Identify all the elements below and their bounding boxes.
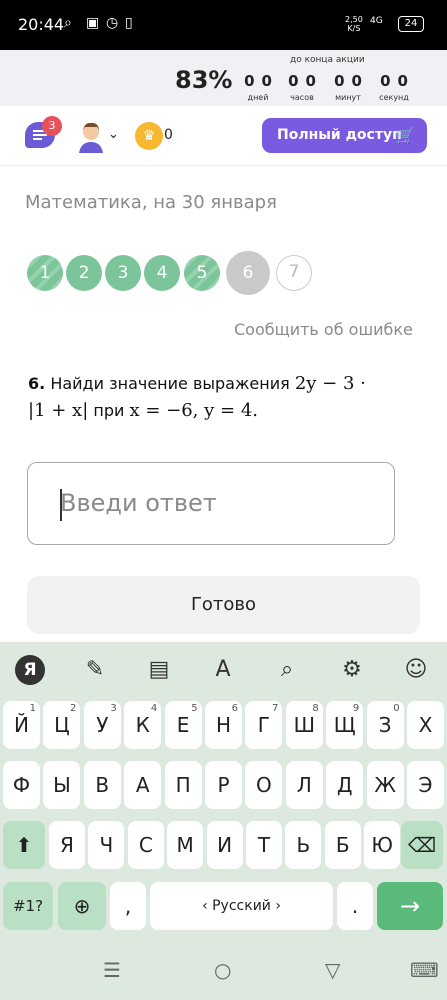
key-3[interactable]: У3 xyxy=(83,701,121,749)
key-row2-10[interactable]: Ж xyxy=(366,761,404,809)
key-8[interactable]: Ш8 xyxy=(285,701,323,749)
promo-percent: 83% xyxy=(175,66,233,94)
comma-key[interactable]: , xyxy=(110,882,146,930)
key-row3-5[interactable]: И xyxy=(206,821,243,869)
key-row2-11[interactable]: Э xyxy=(407,761,444,809)
key-row3-4[interactable]: М xyxy=(167,821,204,869)
countdown-seconds: 00 секунд xyxy=(379,72,415,102)
report-error-link[interactable]: Сообщить об ошибке xyxy=(234,320,413,339)
network-type: 4G xyxy=(370,16,383,26)
step-4[interactable]: 4 xyxy=(144,255,180,291)
key-hint-number: 0 xyxy=(393,703,400,714)
countdown-minutes: 00 минут xyxy=(334,72,369,102)
step-3[interactable]: 3 xyxy=(105,255,141,291)
enter-key[interactable]: → xyxy=(377,882,443,930)
countdown-hours: 00 часов xyxy=(288,72,323,102)
key-row2-4[interactable]: А xyxy=(124,761,162,809)
key-hint-number: 2 xyxy=(70,703,77,714)
translate-icon[interactable]: A xyxy=(208,655,238,685)
avatar[interactable] xyxy=(77,120,105,153)
done-button[interactable]: Готово xyxy=(27,576,420,634)
cart-icon: 🛒 xyxy=(395,126,415,145)
key-row3-7[interactable]: Ь xyxy=(285,821,322,869)
promo-caption: до конца акции xyxy=(290,55,365,65)
step-7[interactable]: 7 xyxy=(276,255,312,291)
keyboard-icon[interactable]: ⌨ xyxy=(410,958,439,982)
timer-icon: ◷ xyxy=(106,15,119,31)
key-2[interactable]: Ц2 xyxy=(43,701,81,749)
chat-badge: 3 xyxy=(42,116,62,136)
key-row2-3[interactable]: В xyxy=(83,761,121,809)
key-row3-9[interactable]: Ю xyxy=(364,821,401,869)
key-9[interactable]: Щ9 xyxy=(326,701,364,749)
key-row2-5[interactable]: П xyxy=(164,761,202,809)
phone-icon: ▯ xyxy=(125,15,133,31)
search-icon: ⌕ xyxy=(64,15,72,31)
key-4[interactable]: К4 xyxy=(124,701,162,749)
key-11[interactable]: Х xyxy=(407,701,444,749)
key-1[interactable]: Й1 xyxy=(3,701,40,749)
step-2[interactable]: 2 xyxy=(66,255,102,291)
key-hint-number: 1 xyxy=(29,703,36,714)
status-bar: 20:44 ⌕ ▣ ◷ ▯ 2,50 K/S 4G 24 xyxy=(0,0,447,50)
space-key[interactable]: ‹ Русский › xyxy=(150,882,333,930)
crown-coin-icon: ♛ xyxy=(135,122,163,150)
coin-count: 0 xyxy=(164,127,173,143)
key-row3-8[interactable]: Б xyxy=(324,821,361,869)
key-row2-8[interactable]: Л xyxy=(285,761,323,809)
key-row3-6[interactable]: Т xyxy=(246,821,282,869)
emoji-icon[interactable]: ☺ xyxy=(401,655,431,685)
full-access-button[interactable]: Полный доступ 🛒 xyxy=(262,118,427,153)
key-row3-3[interactable]: С xyxy=(127,821,164,869)
key-hint-number: 4 xyxy=(150,703,158,714)
magic-wand-icon[interactable]: ✎ xyxy=(80,655,110,685)
back-icon[interactable]: ▽ xyxy=(325,958,340,982)
battery-icon: 24 xyxy=(398,16,424,32)
search-icon[interactable]: ⌕ xyxy=(272,655,302,685)
key-row3-2[interactable]: Ч xyxy=(88,821,125,869)
answer-field[interactable] xyxy=(27,462,395,545)
status-time: 20:44 xyxy=(18,15,65,34)
key-hint-number: 8 xyxy=(312,703,319,714)
settings-icon[interactable]: ⚙ xyxy=(337,655,367,685)
chevron-down-icon[interactable]: ⌄ xyxy=(108,127,119,142)
globe-icon[interactable]: ⊕ xyxy=(58,882,106,930)
key-hint-number: 5 xyxy=(191,703,198,714)
menu-icon[interactable]: ☰ xyxy=(103,958,121,982)
key-10[interactable]: З0 xyxy=(366,701,404,749)
question-text: 6. Найди значение выражения 2y − 3 · |1 … xyxy=(28,373,366,421)
key-5[interactable]: Е5 xyxy=(164,701,202,749)
home-icon[interactable]: ○ xyxy=(214,958,231,982)
yandex-icon[interactable]: Я xyxy=(15,655,45,685)
network-speed: 2,50 K/S xyxy=(345,15,363,33)
key-row2-1[interactable]: Ф xyxy=(3,761,40,809)
period-key[interactable]: . xyxy=(337,882,373,930)
key-row2-9[interactable]: Д xyxy=(326,761,364,809)
key-row2-6[interactable]: Р xyxy=(205,761,242,809)
shift-key[interactable]: ⬆ xyxy=(3,821,45,869)
key-7[interactable]: Г7 xyxy=(245,701,283,749)
step-1[interactable]: 1 xyxy=(27,255,63,291)
answer-input[interactable] xyxy=(60,489,380,517)
key-hint-number: 6 xyxy=(231,703,238,714)
countdown-days: 00 дней xyxy=(244,72,279,102)
step-6[interactable]: 6 xyxy=(226,251,270,295)
backspace-key[interactable]: ⌫ xyxy=(401,821,443,869)
symbols-key[interactable]: #1? xyxy=(3,882,53,930)
key-row2-7[interactable]: О xyxy=(245,761,283,809)
clipboard-icon[interactable]: ▤ xyxy=(144,655,174,685)
key-hint-number: 3 xyxy=(110,703,117,714)
key-row3-1[interactable]: Я xyxy=(49,821,85,869)
lesson-title: Математика, на 30 января xyxy=(25,192,277,213)
app-notification-icon: ▣ xyxy=(86,15,100,31)
step-5[interactable]: 5 xyxy=(184,255,220,291)
key-6[interactable]: Н6 xyxy=(205,701,242,749)
key-hint-number: 9 xyxy=(352,703,360,714)
key-hint-number: 7 xyxy=(272,703,279,714)
key-row2-2[interactable]: Ы xyxy=(43,761,81,809)
